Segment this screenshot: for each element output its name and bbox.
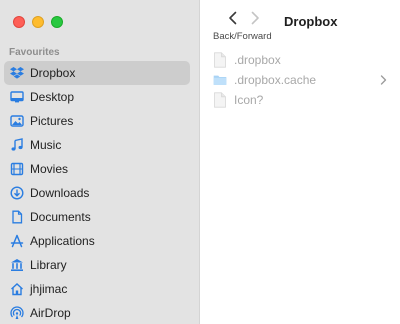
sidebar-item-documents[interactable]: Documents: [4, 205, 190, 229]
sidebar-item-home[interactable]: jhjimac: [4, 277, 190, 301]
file-name: .dropbox.cache: [234, 73, 317, 87]
file-row[interactable]: .dropbox: [212, 50, 388, 70]
folder-icon: [212, 72, 228, 88]
sidebar-item-dropbox[interactable]: Dropbox: [4, 61, 190, 85]
forward-button[interactable]: [246, 9, 264, 27]
sidebar-item-airdrop[interactable]: AirDrop: [4, 301, 190, 324]
documents-icon: [10, 210, 24, 224]
desktop-icon: [10, 90, 24, 104]
back-forward-label: Back/Forward: [213, 31, 272, 42]
pictures-icon: [10, 114, 24, 128]
sidebar: Favourites Dropbox Desktop Pictures Musi…: [0, 0, 200, 324]
window-controls: [13, 16, 63, 28]
movies-icon: [10, 162, 24, 176]
content-pane: Back/Forward Dropbox .dropbox .dropbox.c…: [200, 0, 400, 324]
sidebar-item-label: AirDrop: [30, 306, 71, 320]
chevron-right-icon[interactable]: [380, 74, 388, 86]
file-list: .dropbox .dropbox.cache Icon?: [212, 50, 388, 110]
sidebar-item-pictures[interactable]: Pictures: [4, 109, 190, 133]
sidebar-item-music[interactable]: Music: [4, 133, 190, 157]
minimize-window-button[interactable]: [32, 16, 44, 28]
file-name: .dropbox: [234, 53, 281, 67]
sidebar-item-label: jhjimac: [30, 282, 68, 296]
toolbar: Back/Forward Dropbox: [200, 0, 400, 46]
downloads-icon: [10, 186, 24, 200]
sidebar-item-desktop[interactable]: Desktop: [4, 85, 190, 109]
sidebar-item-label: Documents: [30, 210, 91, 224]
favourites-list: Dropbox Desktop Pictures Music Movies Do…: [4, 61, 190, 324]
airdrop-icon: [10, 306, 24, 320]
sidebar-item-movies[interactable]: Movies: [4, 157, 190, 181]
file-row[interactable]: Icon?: [212, 90, 388, 110]
sidebar-item-label: Music: [30, 138, 62, 152]
sidebar-section-title: Favourites: [9, 47, 60, 58]
applications-icon: [10, 234, 24, 248]
folder-row[interactable]: .dropbox.cache: [212, 70, 388, 90]
sidebar-item-label: Dropbox: [30, 66, 76, 80]
sidebar-item-library[interactable]: Library: [4, 253, 190, 277]
chevron-left-icon: [229, 11, 237, 25]
zoom-window-button[interactable]: [51, 16, 63, 28]
sidebar-item-label: Movies: [30, 162, 69, 176]
music-icon: [10, 138, 24, 152]
finder-window: Favourites Dropbox Desktop Pictures Musi…: [0, 0, 400, 324]
sidebar-item-downloads[interactable]: Downloads: [4, 181, 190, 205]
sidebar-item-applications[interactable]: Applications: [4, 229, 190, 253]
close-window-button[interactable]: [13, 16, 25, 28]
sidebar-item-label: Downloads: [30, 186, 90, 200]
sidebar-item-label: Applications: [30, 234, 95, 248]
dropbox-icon: [10, 66, 24, 80]
file-icon: [212, 92, 228, 108]
back-button[interactable]: [224, 9, 242, 27]
file-name: Icon?: [234, 93, 264, 107]
home-icon: [10, 282, 24, 296]
library-icon: [10, 258, 24, 272]
sidebar-item-label: Pictures: [30, 114, 74, 128]
file-icon: [212, 52, 228, 68]
chevron-right-icon: [251, 11, 259, 25]
window-title: Dropbox: [284, 14, 338, 29]
sidebar-item-label: Desktop: [30, 90, 75, 104]
sidebar-item-label: Library: [30, 258, 67, 272]
